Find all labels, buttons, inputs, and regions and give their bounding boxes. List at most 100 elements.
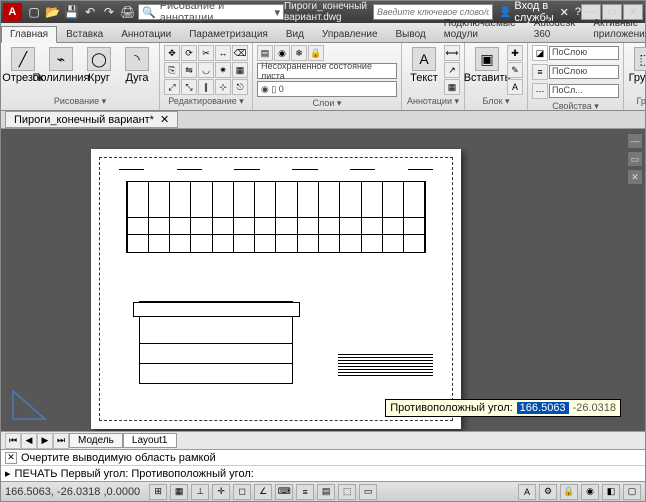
fillet-icon[interactable]: ◡: [198, 62, 214, 78]
group-button[interactable]: ⬚Группа: [628, 45, 646, 86]
stretch-icon[interactable]: ⤢: [164, 79, 180, 95]
undo-icon[interactable]: ↶: [82, 3, 99, 21]
leader-icon[interactable]: ↗: [444, 62, 460, 78]
break-icon[interactable]: ⎋: [232, 79, 248, 95]
new-icon[interactable]: ▢: [26, 3, 43, 21]
edit-block-icon[interactable]: ✎: [507, 62, 523, 78]
panel-draw-title[interactable]: Рисование ▾: [5, 95, 155, 108]
polar-toggle[interactable]: ✛: [212, 484, 230, 500]
tab-manage[interactable]: Управление: [313, 26, 387, 42]
table-icon[interactable]: ▦: [444, 79, 460, 95]
polyline-button[interactable]: ⌁Полилиния: [43, 45, 79, 86]
tab-nav-last[interactable]: ⏭: [53, 433, 69, 449]
close-tab-icon[interactable]: ✕: [160, 113, 169, 126]
tab-annotate[interactable]: Аннотации: [112, 26, 180, 42]
offset-icon[interactable]: ∥: [198, 79, 214, 95]
layout1-tab[interactable]: Layout1: [123, 433, 177, 448]
hw-toggle[interactable]: ◉: [581, 484, 599, 500]
panel-anno-title[interactable]: Аннотации ▾: [406, 95, 460, 108]
tab-output[interactable]: Вывод: [387, 26, 435, 42]
clean-toggle[interactable]: ▢: [623, 484, 641, 500]
vp-max-icon[interactable]: ▭: [627, 151, 643, 167]
tab-nav-next[interactable]: ▶: [37, 433, 53, 449]
layer-lock-icon[interactable]: 🔒: [308, 45, 324, 61]
tab-360[interactable]: Autodesk 360: [525, 15, 585, 42]
coord-y: -26.0318: [573, 402, 616, 414]
dyn-toggle[interactable]: ⌨: [275, 484, 293, 500]
explode-icon[interactable]: ✷: [215, 62, 231, 78]
panel-groups-title[interactable]: Группы ▾: [628, 95, 646, 108]
grid-toggle[interactable]: ▦: [170, 484, 188, 500]
mirror-icon[interactable]: ⇋: [181, 62, 197, 78]
ortho-toggle[interactable]: ⊥: [191, 484, 209, 500]
panel-layers-title[interactable]: Слои ▾: [257, 97, 397, 110]
vp-close-icon[interactable]: ✕: [627, 169, 643, 185]
tab-nav-prev[interactable]: ◀: [21, 433, 37, 449]
create-block-icon[interactable]: ✚: [507, 45, 523, 61]
ltype-combo[interactable]: ПоСл...: [549, 84, 619, 98]
tab-home[interactable]: Главная: [1, 26, 57, 43]
save-icon[interactable]: 💾: [63, 3, 80, 21]
text-button[interactable]: AТекст: [406, 45, 442, 86]
layer-props-icon[interactable]: ▤: [257, 45, 273, 61]
join-icon[interactable]: ⊹: [215, 79, 231, 95]
iso-toggle[interactable]: ◧: [602, 484, 620, 500]
layer-state-combo[interactable]: Несохраненное состояние листа: [257, 63, 397, 79]
tab-plugins[interactable]: Подключаемые модули: [435, 15, 525, 42]
sc-toggle[interactable]: ⬚: [338, 484, 356, 500]
osnap-toggle[interactable]: ◻: [233, 484, 251, 500]
scale-icon[interactable]: ⤡: [181, 79, 197, 95]
ltype-icon[interactable]: ⋯: [532, 83, 548, 99]
file-tab[interactable]: Пироги_конечный вариант*✕: [5, 111, 178, 128]
circle-button[interactable]: ◯Круг: [81, 45, 117, 86]
lweight-icon[interactable]: ≡: [532, 64, 548, 80]
panel-edit-title[interactable]: Редактирование ▾: [164, 95, 248, 108]
array-icon[interactable]: ▦: [232, 62, 248, 78]
model-toggle[interactable]: ▭: [359, 484, 377, 500]
lweight-combo[interactable]: ПоСлою: [549, 65, 619, 79]
lwt-toggle[interactable]: ≡: [296, 484, 314, 500]
ws-toggle[interactable]: ⚙: [539, 484, 557, 500]
erase-icon[interactable]: ⌫: [232, 45, 248, 61]
copy-icon[interactable]: ⎘: [164, 62, 180, 78]
arc-button[interactable]: ◝Дуга: [119, 45, 155, 86]
open-icon[interactable]: 📂: [44, 3, 61, 21]
color-combo[interactable]: ПоСлою: [549, 46, 619, 60]
snap-toggle[interactable]: ⊞: [149, 484, 167, 500]
lock-toggle[interactable]: 🔒: [560, 484, 578, 500]
cmd-close-icon[interactable]: ✕: [5, 452, 17, 464]
ribbon: ╱Отрезок ⌁Полилиния ◯Круг ◝Дуга Рисовани…: [1, 43, 645, 111]
vp-min-icon[interactable]: —: [627, 133, 643, 149]
drawing-canvas[interactable]: — ▭ ✕ Противопо: [1, 129, 645, 431]
command-input[interactable]: ▸ ПЕЧАТЬ Первый угол: Противоположный уг…: [1, 465, 645, 481]
workspace-combo[interactable]: 🔍Рисование и аннотации▾: [138, 4, 284, 20]
current-layer-combo[interactable]: ◉ ▯ 0: [257, 81, 397, 97]
annoscale-toggle[interactable]: A: [518, 484, 536, 500]
tab-view[interactable]: Вид: [277, 26, 313, 42]
redo-icon[interactable]: ↷: [101, 3, 118, 21]
status-bar: 166.5063, -26.0318 ,0.0000 ⊞ ▦ ⊥ ✛ ◻ ∠ ⌨…: [1, 481, 645, 501]
panel-block-title[interactable]: Блок ▾: [469, 95, 523, 108]
dim-icon[interactable]: ⟷: [444, 45, 460, 61]
layer-off-icon[interactable]: ◉: [274, 45, 290, 61]
trim-icon[interactable]: ✂: [198, 45, 214, 61]
attr-icon[interactable]: A: [507, 79, 523, 95]
extend-icon[interactable]: ↔: [215, 45, 231, 61]
color-swatch[interactable]: ◪: [532, 45, 548, 61]
tab-apps[interactable]: Активные приложения: [584, 15, 646, 42]
command-history: ✕ Очертите выводимую область рамкой: [1, 449, 645, 465]
otrack-toggle[interactable]: ∠: [254, 484, 272, 500]
tab-nav-first[interactable]: ⏮: [5, 433, 21, 449]
rotate-icon[interactable]: ⟳: [181, 45, 197, 61]
print-icon[interactable]: 🖨: [119, 3, 136, 21]
layout-tabs: ⏮ ◀ ▶ ⏭ Модель Layout1: [1, 431, 645, 449]
viewport-tools: — ▭ ✕: [627, 133, 643, 185]
model-tab[interactable]: Модель: [69, 433, 123, 448]
tab-insert[interactable]: Вставка: [57, 26, 112, 42]
layer-freeze-icon[interactable]: ❄: [291, 45, 307, 61]
insert-block-button[interactable]: ▣Вставить: [469, 45, 505, 86]
qp-toggle[interactable]: ▤: [317, 484, 335, 500]
app-logo[interactable]: A: [3, 3, 22, 21]
move-icon[interactable]: ✥: [164, 45, 180, 61]
tab-param[interactable]: Параметризация: [180, 26, 277, 42]
